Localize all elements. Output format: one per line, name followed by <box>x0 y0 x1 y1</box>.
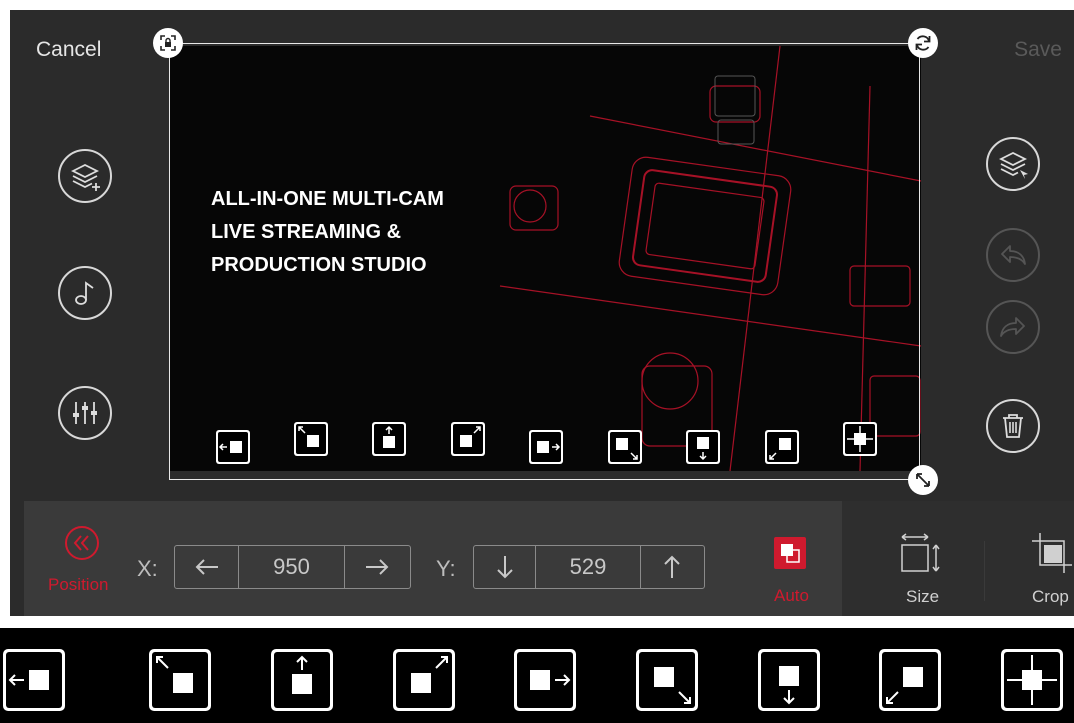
align-top-center-icon <box>292 655 312 694</box>
headline-line-2: LIVE STREAMING & <box>211 221 402 243</box>
align-bottom-right-icon <box>616 438 638 460</box>
cancel-button[interactable]: Cancel <box>36 38 101 62</box>
align-bottom-center-icon <box>779 666 799 705</box>
align-bottom-left-icon <box>769 438 791 460</box>
x-increment-button[interactable] <box>345 546 410 588</box>
headline-line-3: PRODUCTION STUDIO <box>211 254 427 276</box>
large-preset-center[interactable] <box>1001 649 1063 711</box>
resize-icon <box>901 533 940 572</box>
align-right-middle-icon <box>530 670 571 690</box>
align-top-right-icon <box>411 656 448 693</box>
layer-preview[interactable]: ALL-IN-ONE MULTI-CAM LIVE STREAMING & PR… <box>170 46 921 471</box>
editor-screen: Cancel Save ALL-IN-ONE MULTI-CAM LIVE ST… <box>10 10 1074 616</box>
preset-top-right[interactable] <box>451 422 485 456</box>
align-left-middle-icon <box>218 441 242 453</box>
add-layer-button[interactable] <box>58 149 112 203</box>
preset-top-left[interactable] <box>294 422 328 456</box>
crop-label: Crop <box>1032 587 1069 606</box>
large-preset-left-middle[interactable] <box>3 649 65 711</box>
redo-icon <box>1000 317 1025 337</box>
arrow-right-icon <box>366 559 389 575</box>
arrow-down-icon <box>497 556 513 579</box>
trash-icon <box>1003 414 1023 438</box>
preview-headline: ALL-IN-ONE MULTI-CAM LIVE STREAMING & PR… <box>211 183 444 282</box>
resize-handle[interactable] <box>908 465 938 495</box>
align-top-right-icon <box>460 426 481 447</box>
lock-icon <box>160 35 176 51</box>
redo-button[interactable] <box>986 300 1040 354</box>
preset-bottom-center[interactable] <box>686 430 720 464</box>
music-note-icon <box>75 281 94 305</box>
position-tab-label: Position <box>48 575 109 594</box>
y-value[interactable]: 529 <box>536 546 641 588</box>
align-top-left-icon <box>156 656 193 693</box>
align-center-icon <box>847 426 873 452</box>
auto-label: Auto <box>774 586 809 605</box>
align-top-left-icon <box>298 426 319 447</box>
auto-position-icon <box>774 537 806 569</box>
music-button[interactable] <box>58 266 112 320</box>
large-preset-bottom-left[interactable] <box>879 649 941 711</box>
select-layer-button[interactable] <box>986 137 1040 191</box>
preset-left-middle[interactable] <box>216 430 250 464</box>
align-bottom-right-icon <box>654 667 691 704</box>
align-center-icon <box>1007 655 1057 705</box>
undo-button[interactable] <box>986 228 1040 282</box>
crop-tool[interactable]: Crop <box>1024 531 1074 606</box>
mixer-button[interactable] <box>58 386 112 440</box>
rotate-icon <box>915 35 931 51</box>
align-right-middle-icon <box>537 441 561 453</box>
select-layer-icon <box>998 151 1028 179</box>
undo-icon <box>1001 245 1026 265</box>
y-label: Y: <box>436 556 456 581</box>
size-tool[interactable]: Size <box>890 533 950 606</box>
position-preset-strip <box>0 628 1074 723</box>
auto-toggle[interactable]: Auto <box>765 536 815 605</box>
mixer-sliders-icon <box>73 402 97 424</box>
x-value[interactable]: 950 <box>239 546 345 588</box>
rotate-handle[interactable] <box>908 28 938 58</box>
large-preset-top-right[interactable] <box>393 649 455 711</box>
large-preset-right-middle[interactable] <box>514 649 576 711</box>
headline-line-1: ALL-IN-ONE MULTI-CAM <box>211 188 444 210</box>
x-decrement-button[interactable] <box>175 546 240 588</box>
y-decrement-button[interactable] <box>474 546 537 588</box>
crop-icon <box>1032 533 1072 573</box>
large-preset-top-left[interactable] <box>149 649 211 711</box>
x-stepper: 950 <box>174 545 411 589</box>
align-bottom-left-icon <box>886 667 923 704</box>
align-left-middle-icon <box>8 670 49 690</box>
preset-bottom-right[interactable] <box>608 430 642 464</box>
x-label: X: <box>137 556 158 581</box>
preset-bottom-left[interactable] <box>765 430 799 464</box>
lock-handle[interactable] <box>153 28 183 58</box>
y-increment-button[interactable] <box>641 546 704 588</box>
preset-center[interactable] <box>843 422 877 456</box>
delete-button[interactable] <box>986 399 1040 453</box>
preset-top-center[interactable] <box>372 422 406 456</box>
position-tab[interactable]: Position <box>48 525 108 600</box>
preset-right-middle[interactable] <box>529 430 563 464</box>
align-top-center-icon <box>383 425 395 448</box>
large-preset-bottom-center[interactable] <box>758 649 820 711</box>
position-toolbar: Position X: 950 Y: 529 Auto Size Crop <box>24 501 1074 616</box>
save-button[interactable]: Save <box>1014 38 1062 62</box>
large-preset-bottom-right[interactable] <box>636 649 698 711</box>
y-stepper: 529 <box>473 545 705 589</box>
double-chevron-left-icon <box>65 526 99 560</box>
large-preset-top-center[interactable] <box>271 649 333 711</box>
toolbar-divider <box>984 541 985 601</box>
arrow-up-icon <box>664 555 680 578</box>
size-label: Size <box>906 587 940 606</box>
align-bottom-center-icon <box>697 437 709 461</box>
add-layer-icon <box>70 163 100 191</box>
preview-position-presets <box>202 422 892 471</box>
arrow-left-icon <box>195 559 218 575</box>
resize-diagonal-icon <box>916 473 930 487</box>
